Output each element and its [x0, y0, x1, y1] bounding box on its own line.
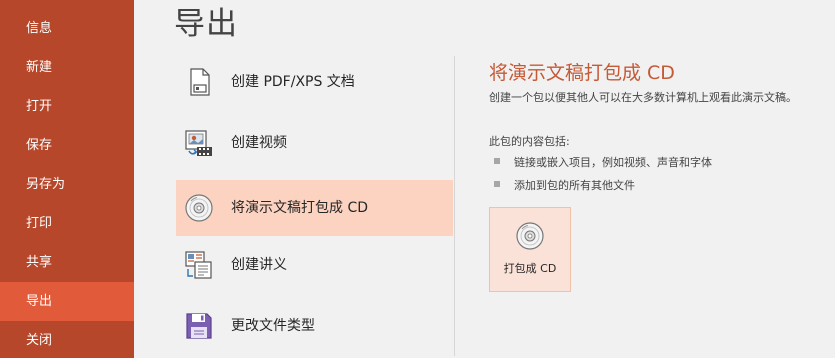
- contents-heading: 此包的内容包括:: [489, 135, 570, 148]
- bullet-square-icon: [494, 158, 500, 164]
- sidebar-item-share[interactable]: 共享: [0, 243, 134, 282]
- cd-disc-icon: [183, 192, 215, 224]
- option-label: 创建讲义: [231, 257, 287, 273]
- cd-disc-icon: [514, 220, 546, 252]
- package-cd-button[interactable]: 打包成 CD: [489, 207, 571, 292]
- handout-icon: [183, 249, 215, 281]
- sidebar-item-export[interactable]: 导出: [0, 282, 134, 321]
- bullet-text: 链接或嵌入项目，例如视频、声音和字体: [514, 156, 712, 169]
- option-label: 更改文件类型: [231, 318, 315, 334]
- detail-title: 将演示文稿打包成 CD: [489, 62, 675, 84]
- detail-description: 创建一个包以便其他人可以在大多数计算机上观看此演示文稿。: [489, 91, 797, 104]
- sidebar-item-new[interactable]: 新建: [0, 48, 134, 87]
- option-label: 创建 PDF/XPS 文档: [231, 74, 355, 90]
- option-create-handout[interactable]: 创建讲义: [176, 237, 453, 293]
- backstage-sidebar: 信息 新建 打开 保存 另存为 打印 共享 导出 关闭: [0, 0, 134, 358]
- option-label: 将演示文稿打包成 CD: [231, 200, 369, 216]
- package-cd-button-label: 打包成 CD: [503, 262, 557, 275]
- option-create-video[interactable]: 创建视频: [176, 115, 453, 171]
- video-icon: [183, 127, 215, 159]
- option-package-cd[interactable]: 将演示文稿打包成 CD: [176, 180, 453, 236]
- sidebar-item-close[interactable]: 关闭: [0, 321, 134, 358]
- page-title: 导出: [174, 6, 238, 42]
- sidebar-item-open[interactable]: 打开: [0, 87, 134, 126]
- save-disk-icon: [183, 310, 215, 342]
- option-change-file-type[interactable]: 更改文件类型: [176, 298, 453, 354]
- divider: [454, 56, 455, 356]
- bullet-square-icon: [494, 181, 500, 187]
- option-label: 创建视频: [231, 135, 287, 151]
- sidebar-item-save-as[interactable]: 另存为: [0, 165, 134, 204]
- option-create-pdf-xps[interactable]: 创建 PDF/XPS 文档: [176, 54, 453, 110]
- sidebar-item-save[interactable]: 保存: [0, 126, 134, 165]
- sidebar-item-print[interactable]: 打印: [0, 204, 134, 243]
- export-panel: 导出 创建 PDF/XPS 文档 创建视频 将演示文稿打包成 CD 创建讲义 更…: [134, 0, 835, 358]
- bullet-text: 添加到包的所有其他文件: [514, 179, 635, 192]
- pdf-document-icon: [183, 66, 215, 98]
- sidebar-item-info[interactable]: 信息: [0, 9, 134, 48]
